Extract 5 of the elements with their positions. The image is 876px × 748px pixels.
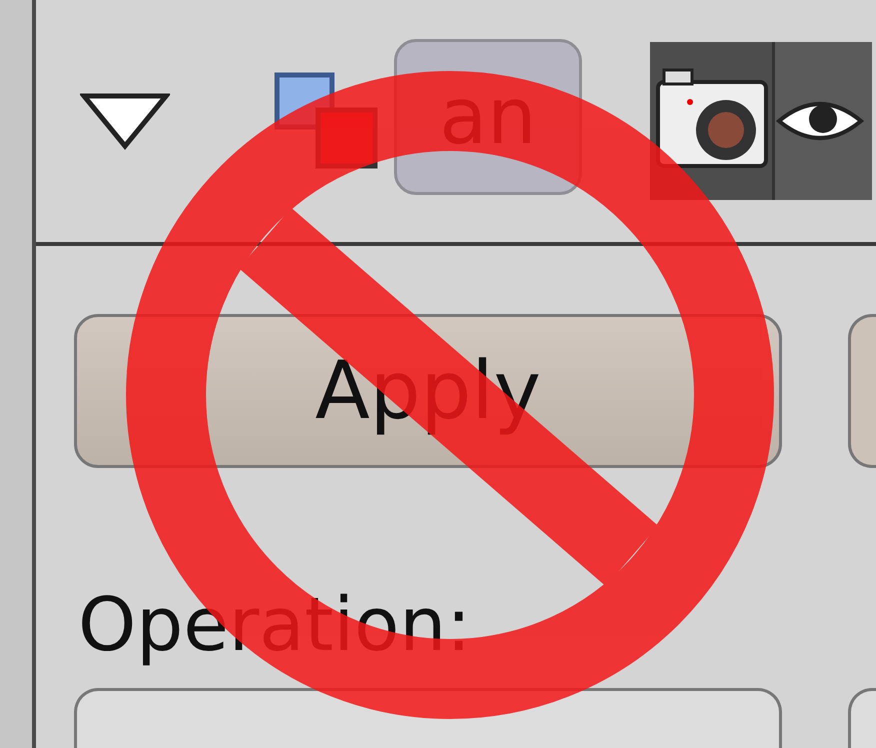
- camera-icon[interactable]: [650, 42, 772, 200]
- partial-button[interactable]: [848, 314, 876, 468]
- dropdown-triangle-icon[interactable]: [80, 92, 170, 150]
- partial-field[interactable]: [848, 688, 876, 748]
- overlapping-squares-icon[interactable]: [274, 72, 380, 170]
